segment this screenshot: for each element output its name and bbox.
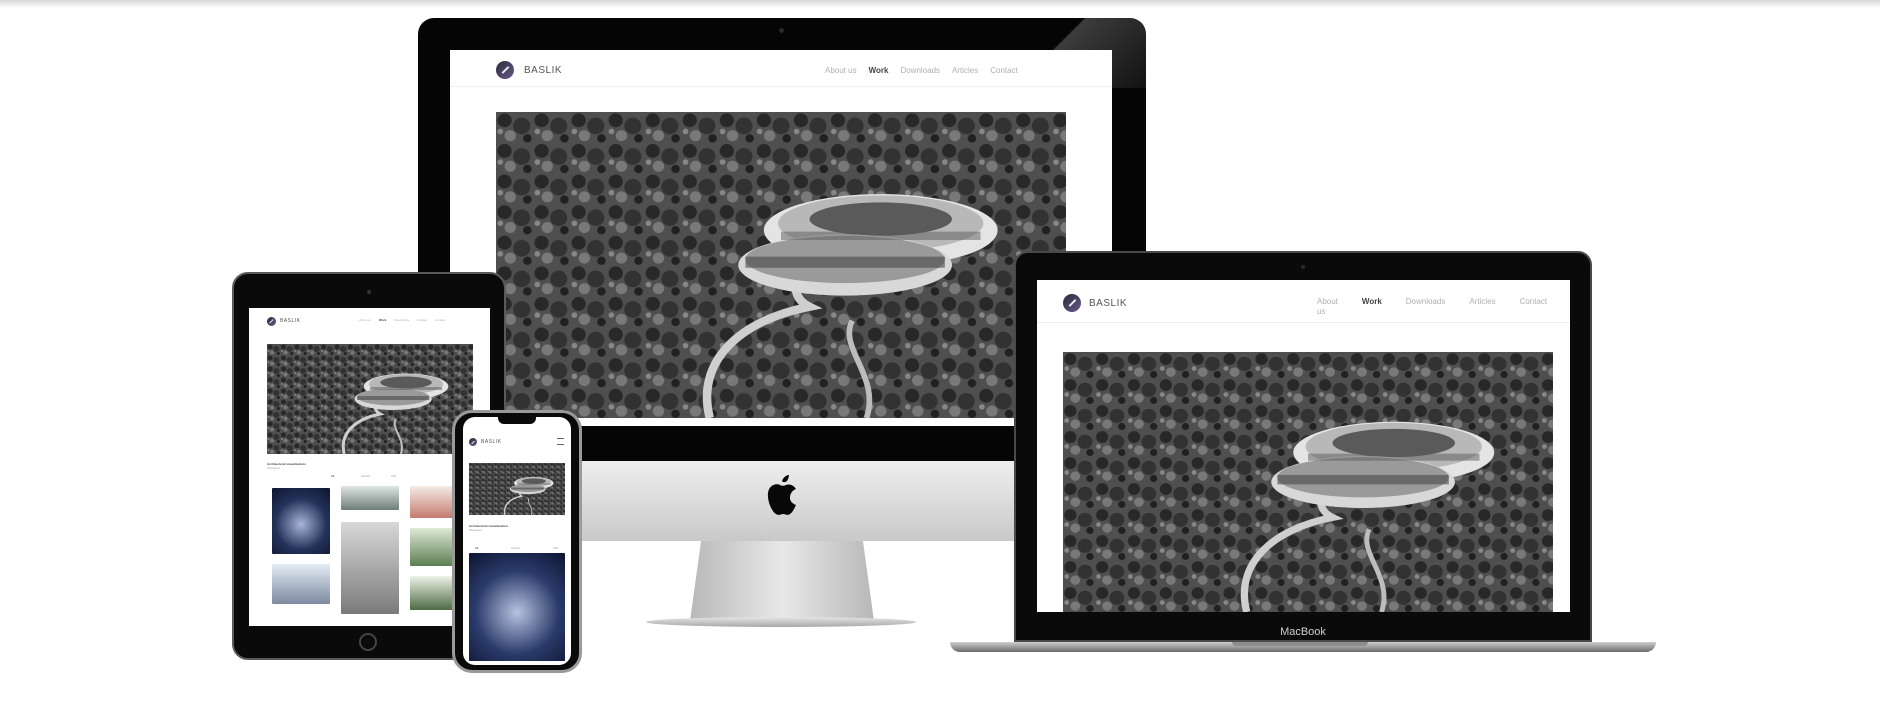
hero-image xyxy=(267,344,473,454)
gallery-thumb[interactable] xyxy=(341,522,399,614)
ipad-home-button[interactable] xyxy=(359,633,377,651)
filter-all[interactable]: All xyxy=(331,474,334,478)
filter-cgi[interactable]: CGI xyxy=(553,546,558,550)
header-divider xyxy=(1037,322,1570,323)
nav-contact[interactable]: Contact xyxy=(990,66,1018,75)
site-header: BASLIK xyxy=(496,60,562,80)
macbook-camera xyxy=(1301,265,1305,269)
iphone-screen: BASLIK Architectural visualizations Show… xyxy=(463,417,571,665)
macbook-screen: BASLIK About us Work Downloads Articles … xyxy=(1037,280,1570,612)
site-header: BASLIK xyxy=(1063,293,1127,313)
nav-downloads[interactable]: Downloads xyxy=(900,66,940,75)
nav-contact[interactable]: Contact xyxy=(1520,297,1548,317)
imac-screen: BASLIK About us Work Downloads Articles … xyxy=(450,50,1112,426)
apple-logo-icon xyxy=(767,475,796,515)
iphone-notch xyxy=(498,416,536,424)
imac-camera xyxy=(779,28,784,33)
brand-name[interactable]: BASLIK xyxy=(280,318,301,324)
gallery-thumb[interactable] xyxy=(272,564,330,604)
header-divider xyxy=(450,86,1112,87)
nav-work[interactable]: Work xyxy=(1362,297,1382,317)
nav-articles[interactable]: Articles xyxy=(1469,297,1495,317)
site-header: BASLIK xyxy=(267,316,301,326)
ipad-camera xyxy=(367,290,371,294)
gallery-thumb[interactable] xyxy=(469,553,565,661)
macbook-notch xyxy=(1232,642,1368,646)
top-shadow xyxy=(0,0,1880,8)
brand-name[interactable]: BASLIK xyxy=(524,65,562,76)
filter-cgi[interactable]: CGI xyxy=(391,474,396,478)
macbook-label: MacBook xyxy=(1280,626,1326,638)
main-nav: About us Work Downloads Articles Contact xyxy=(1317,297,1547,317)
section-subtitle: Showreel xyxy=(267,466,280,470)
brand-name[interactable]: BASLIK xyxy=(481,439,502,445)
brand-logo-icon[interactable] xyxy=(469,438,477,446)
nav-about[interactable]: About us xyxy=(1317,297,1338,317)
brand-logo-icon[interactable] xyxy=(1063,294,1081,312)
nav-about[interactable]: About us xyxy=(359,318,371,322)
main-nav: About us Work Downloads Articles Contact xyxy=(359,318,445,322)
gallery-thumb[interactable] xyxy=(272,488,330,554)
filter-interior[interactable]: Interior xyxy=(361,474,370,478)
section-subtitle: Showreel xyxy=(469,528,482,532)
gallery-thumb[interactable] xyxy=(341,486,399,510)
brand-logo-icon[interactable] xyxy=(267,316,276,326)
imac-foot xyxy=(646,617,916,627)
main-nav: About us Work Downloads Articles Contact xyxy=(825,66,1018,75)
nav-work[interactable]: Work xyxy=(869,66,889,75)
nav-articles[interactable]: Articles xyxy=(417,318,427,322)
nav-articles[interactable]: Articles xyxy=(952,66,978,75)
brand-name[interactable]: BASLIK xyxy=(1089,298,1127,309)
nav-contact[interactable]: Contact xyxy=(435,318,445,322)
hero-image xyxy=(469,463,565,515)
hero-image xyxy=(1063,352,1553,612)
hero-image xyxy=(496,112,1066,418)
brand-logo-icon[interactable] xyxy=(496,61,514,79)
filter-all[interactable]: All xyxy=(475,546,478,550)
nav-about[interactable]: About us xyxy=(825,66,857,75)
nav-downloads[interactable]: Downloads xyxy=(1406,297,1446,317)
menu-icon[interactable] xyxy=(557,438,564,445)
site-header: BASLIK xyxy=(469,437,502,447)
filter-interior[interactable]: Interior xyxy=(511,546,520,550)
nav-downloads[interactable]: Downloads xyxy=(394,318,409,322)
nav-work[interactable]: Work xyxy=(379,318,386,322)
imac-stand xyxy=(690,541,874,621)
